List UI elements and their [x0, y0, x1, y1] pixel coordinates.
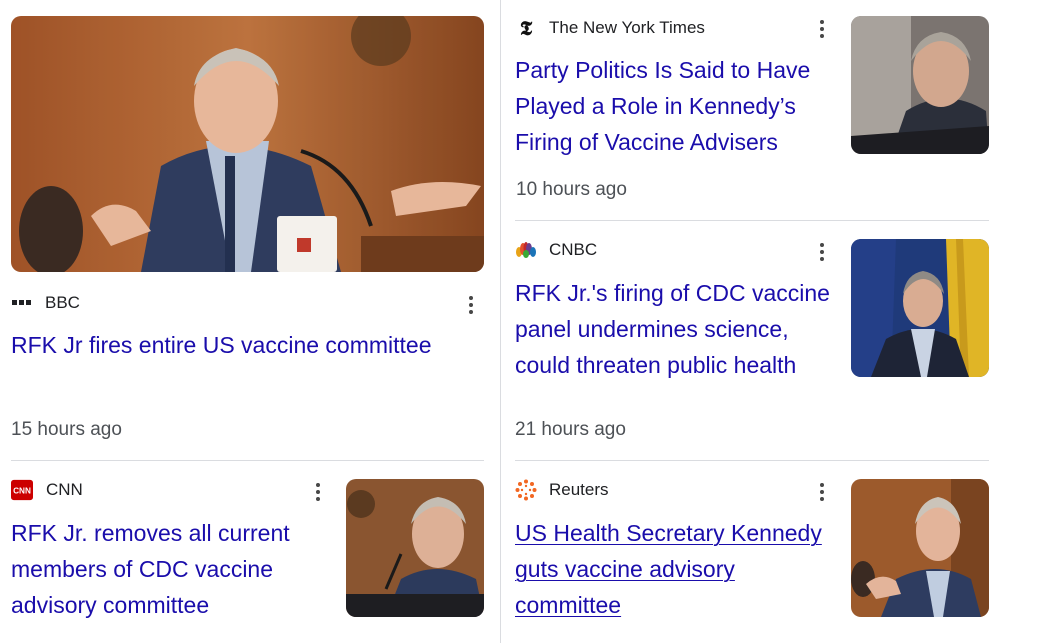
- source-row: CNN CNN: [11, 479, 83, 501]
- article-headline[interactable]: Party Politics Is Said to Have Played a …: [515, 52, 835, 160]
- source-name: CNN: [46, 480, 83, 499]
- article-timestamp: 21 hours ago: [515, 419, 626, 440]
- article-image[interactable]: [346, 479, 484, 617]
- article-timestamp: 15 hours ago: [11, 419, 122, 440]
- article-timestamp: 10 hours ago: [516, 179, 627, 200]
- article-headline[interactable]: RFK Jr. removes all current members of C…: [11, 515, 331, 623]
- source-name: CNBC: [549, 240, 598, 259]
- cnbc-peacock-icon: [515, 239, 537, 261]
- row-divider: [515, 460, 989, 461]
- article-image[interactable]: [851, 16, 989, 154]
- more-vert-icon[interactable]: [461, 292, 481, 318]
- article-image[interactable]: [851, 239, 989, 377]
- more-vert-icon[interactable]: [812, 239, 832, 265]
- more-vert-icon[interactable]: [812, 479, 832, 505]
- source-name: Reuters: [549, 480, 609, 499]
- speaker-gesturing-photo: [851, 479, 989, 617]
- news-card-nyt[interactable]: 𝕿 The New York Times Party Politics Is S…: [500, 0, 1000, 215]
- source-name: The New York Times: [549, 18, 705, 37]
- svg-text:𝕿: 𝕿: [520, 18, 533, 38]
- source-row: CNBC: [515, 239, 597, 261]
- article-headline[interactable]: RFK Jr fires entire US vaccine committee: [11, 327, 481, 363]
- source-row: 𝕿 The New York Times: [515, 17, 705, 39]
- man-in-front-of-flags-photo: [851, 239, 989, 377]
- more-vert-icon[interactable]: [812, 16, 832, 42]
- news-card-cnbc[interactable]: CNBC RFK Jr.'s firing of CDC vaccine pan…: [500, 222, 1000, 454]
- more-vert-icon[interactable]: [308, 479, 328, 505]
- svg-text:CNN: CNN: [13, 487, 31, 496]
- news-card-bbc[interactable]: BBC RFK Jr fires entire US vaccine commi…: [0, 0, 490, 455]
- article-headline[interactable]: RFK Jr.'s firing of CDC vaccine panel un…: [515, 275, 835, 383]
- man-portrait-photo: [851, 16, 989, 154]
- nyt-logo-icon: 𝕿: [515, 17, 537, 39]
- article-image[interactable]: [851, 479, 989, 617]
- source-row: BBC: [11, 292, 80, 314]
- news-card-reuters[interactable]: Reuters US Health Secretary Kennedy guts…: [500, 462, 1000, 643]
- bbc-logo-icon: [11, 292, 33, 314]
- source-name: BBC: [45, 293, 80, 312]
- row-divider: [515, 220, 989, 221]
- news-card-cnn[interactable]: CNN CNN RFK Jr. removes all current memb…: [0, 462, 495, 643]
- cnn-logo-icon: CNN: [11, 479, 33, 501]
- speaker-at-microphone-photo: [346, 479, 484, 617]
- source-row: Reuters: [515, 479, 609, 501]
- article-image[interactable]: [11, 16, 484, 272]
- article-headline[interactable]: US Health Secretary Kennedy guts vaccine…: [515, 515, 840, 623]
- speaker-at-hearing-photo: [11, 16, 484, 272]
- reuters-logo-icon: [515, 479, 537, 501]
- row-divider: [11, 460, 484, 461]
